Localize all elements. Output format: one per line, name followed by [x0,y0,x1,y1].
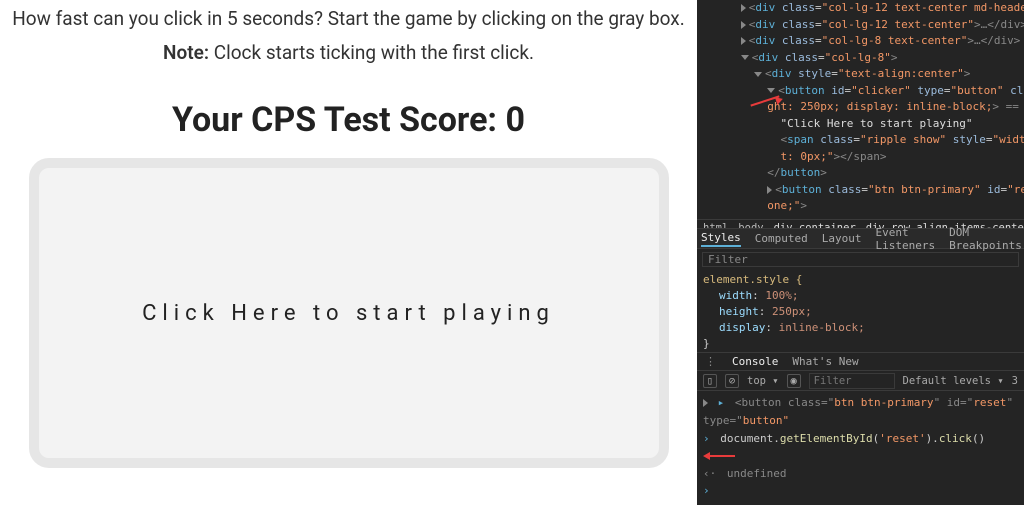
instructions-post: Clock starts ticking with the first clic… [214,41,534,64]
dom-node-line[interactable]: <div class="col-lg-12 text-center">…</di… [701,17,1020,34]
css-property[interactable]: height: 250px; [703,304,1018,320]
clicker-button[interactable]: Click Here to start playing [29,158,669,468]
sidebar-toggle-icon[interactable]: ▯ [703,374,717,388]
instructions-text: How fast can you click in 5 seconds? Sta… [10,2,687,70]
console-toolbar: ▯ ⊘ top ▾ ◉ Filter Default levels ▾ 3 [697,371,1024,391]
breadcrumb-item[interactable]: body [738,222,763,230]
eye-icon[interactable]: ◉ [787,374,801,388]
css-property[interactable]: width: 100%; [703,288,1018,304]
console-output[interactable]: ▸ <button class="btn btn-primary" id="re… [697,391,1024,505]
breadcrumb-item[interactable]: html [703,222,728,230]
css-property[interactable]: display: inline-block; [703,320,1018,336]
collapse-icon[interactable] [754,72,762,77]
clear-console-icon[interactable]: ⊘ [725,374,739,388]
dom-node-line[interactable]: <div class="col-lg-8"> [701,50,1020,67]
note-label: Note: [163,41,209,64]
console-line: ‹· undefined [703,465,1018,483]
css-rule-close: } [703,336,1018,352]
styles-filter-input[interactable]: Filter [702,252,1019,267]
expand-icon[interactable] [703,399,708,407]
dom-node-line[interactable]: t: 0px;"></span> [701,149,1020,166]
dom-node-line[interactable]: <div class="col-lg-8 text-center">…</div… [701,33,1020,50]
console-tab[interactable]: Console [732,355,778,368]
issues-count[interactable]: 3 [1012,375,1018,387]
subtab-layout[interactable]: Layout [822,232,862,245]
subtab-event-listeners[interactable]: Event Listeners [875,226,935,252]
dom-node-line[interactable]: <div style="text-align:center"> [701,66,1020,83]
red-arrow-annotation [703,452,741,460]
dom-node-line[interactable]: <div class="col-lg-12 text-center md-hea… [701,0,1020,17]
score-value: 0 [505,100,525,140]
expand-icon[interactable] [741,21,746,29]
styles-rules[interactable]: element.style {width: 100%; height: 250p… [697,270,1024,352]
dom-node-line[interactable]: one;"> [701,198,1020,215]
expand-icon[interactable] [767,186,772,194]
console-line: ▸ <button class="btn btn-primary" id="re… [703,394,1018,429]
dom-node-line[interactable]: </button> [701,165,1020,182]
elements-tree[interactable]: <div class="col-lg-12 text-center md-hea… [697,0,1024,219]
collapse-icon[interactable] [767,88,775,93]
dom-node-line[interactable]: "Click Here to start playing" [701,116,1020,133]
console-prompt[interactable]: › [703,482,1018,500]
styles-subtabs[interactable]: Styles Computed Layout Event Listeners DOM B… [697,229,1024,249]
dom-node-line[interactable]: <span class="ripple show" style="width: … [701,132,1020,149]
expand-icon[interactable] [741,37,746,45]
clicker-button-label: Click Here to start playing [142,301,555,326]
subtab-styles[interactable]: Styles [701,231,741,247]
dom-node-line[interactable]: ght: 250px; display: inline-block;> == $… [701,99,1020,116]
log-levels-selector[interactable]: Default levels ▾ [903,375,1004,387]
devtools-panel: <div class="col-lg-12 text-center md-hea… [697,0,1024,505]
css-selector[interactable]: element.style { [703,272,1018,288]
dom-node-line[interactable]: <button class="btn btn-primary" id="rese… [701,182,1020,199]
subtab-computed[interactable]: Computed [755,232,808,245]
collapse-icon[interactable] [741,55,749,60]
console-line: › document.getElementById('reset').click… [703,430,1018,465]
console-filter-input[interactable]: Filter [809,373,895,389]
instructions-pre: How fast can you click in 5 seconds? Sta… [12,7,684,30]
console-drawer-tabs[interactable]: ⋮ Console What's New [697,352,1024,371]
score-heading: Your CPS Test Score: 0 [10,100,687,140]
expand-icon[interactable] [741,4,746,12]
context-selector[interactable]: top ▾ [747,375,779,387]
page-content: How fast can you click in 5 seconds? Sta… [0,0,697,505]
dom-node-line[interactable]: <button id="clicker" type="button" class… [701,83,1020,100]
whats-new-tab[interactable]: What's New [792,355,858,368]
subtab-dom-breakpoints[interactable]: DOM Breakpoints [949,226,1022,252]
breadcrumb-item[interactable]: div.container [774,222,856,230]
drawer-menu-icon[interactable]: ⋮ [705,355,716,368]
